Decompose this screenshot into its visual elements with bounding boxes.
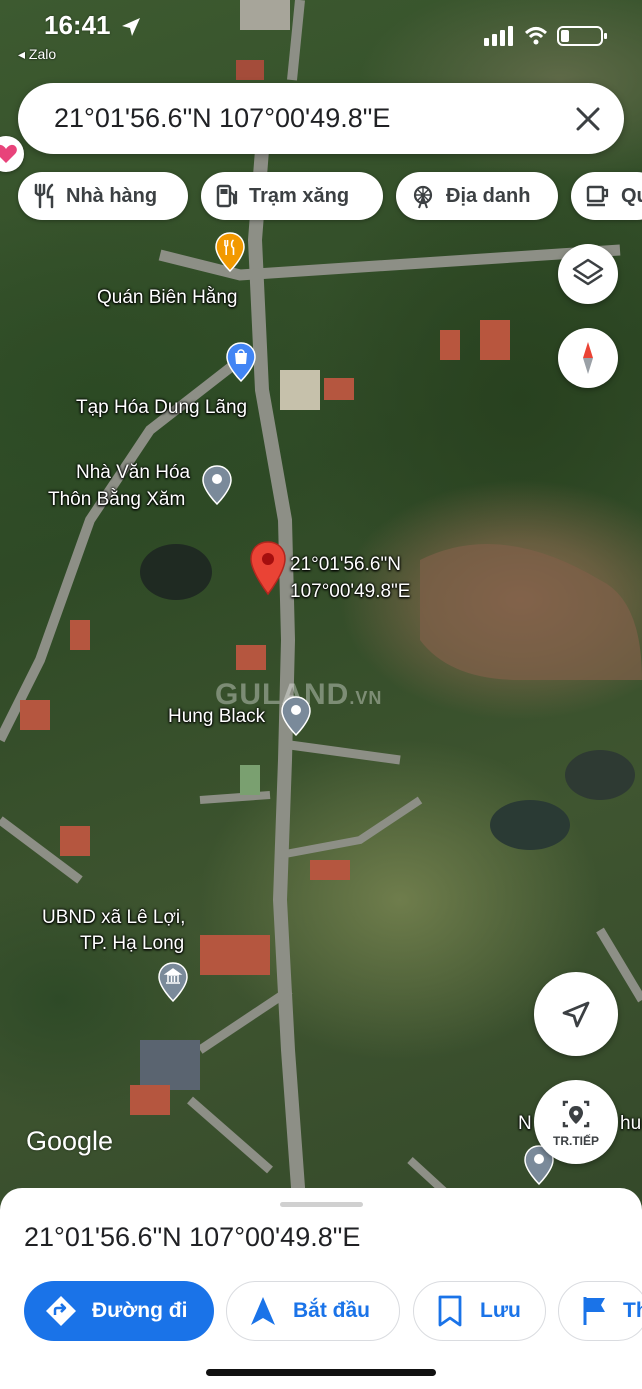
directions-label: Đường đi [92, 1299, 188, 1322]
gas-station-icon [216, 184, 238, 208]
navigation-arrow-icon [251, 1297, 275, 1325]
battery-icon [557, 26, 607, 46]
pin-coordinate-lng: 107°00'49.8"E [290, 581, 411, 602]
government-pin-icon[interactable] [158, 962, 188, 1002]
saved-places-badge[interactable] [0, 136, 24, 172]
poi-label-ubnd-line2[interactable]: TP. Hạ Long [80, 932, 184, 956]
bookmark-icon [438, 1295, 462, 1327]
save-button[interactable]: Lưu [413, 1281, 546, 1341]
compass-button[interactable] [558, 328, 618, 388]
chip-restaurants[interactable]: Nhà hàng [18, 172, 188, 220]
start-navigation-label: TR.TIẾP [552, 1134, 599, 1148]
maps-screen: Quán Biên Hằng Tạp Hóa Dung Lãng Nhà Văn… [0, 0, 642, 1389]
poi-label-quan-bien-hang[interactable]: Quán Biên Hằng [97, 286, 238, 310]
my-location-button[interactable] [534, 972, 618, 1056]
chip-gas-stations[interactable]: Trạm xăng [201, 172, 383, 220]
google-attribution: Google [26, 1126, 114, 1156]
wifi-icon [524, 27, 548, 45]
poi-label-partial-left[interactable]: N [518, 1112, 532, 1136]
search-bar[interactable]: 21°01'56.6"N 107°00'49.8"E [18, 83, 624, 154]
label-button[interactable]: Th [558, 1281, 642, 1341]
shopping-pin-icon[interactable] [226, 342, 256, 382]
directions-icon [46, 1296, 76, 1326]
start-navigation-button[interactable]: TR.TIẾP [534, 1080, 618, 1164]
sheet-drag-handle[interactable] [280, 1202, 363, 1207]
navigation-arrow-icon [562, 1001, 590, 1028]
chip-label: Địa danh [446, 184, 531, 207]
place-bottom-sheet[interactable]: 21°01'56.6"N 107°00'49.8"E Đường đi Bắt … [0, 1188, 642, 1389]
poi-label-tap-hoa[interactable]: Tạp Hóa Dung Lãng [76, 396, 247, 420]
ferris-wheel-icon [413, 185, 433, 209]
status-icons [484, 26, 607, 46]
layers-button[interactable] [558, 244, 618, 304]
back-to-zalo[interactable]: ◂ Zalo [18, 46, 56, 63]
start-label: Bắt đầu [293, 1299, 371, 1322]
chip-landmarks[interactable]: Địa danh [396, 172, 558, 220]
label-label: Th [623, 1299, 642, 1322]
pin-coordinate-lat: 21°01'56.6"N [290, 554, 401, 575]
route-marker-icon [562, 1100, 590, 1128]
location-arrow-icon [122, 18, 140, 36]
poi-label-nha-van-hoa-line1[interactable]: Nhà Văn Hóa [76, 461, 190, 485]
cellular-signal-icon [484, 26, 513, 46]
chip-label: Qu [621, 184, 642, 207]
flag-icon [583, 1297, 605, 1325]
fork-knife-icon [34, 183, 54, 209]
place-title: 21°01'56.6"N 107°00'49.8"E [24, 1222, 361, 1252]
poi-label-hung-black[interactable]: Hung Black [168, 705, 265, 729]
directions-button[interactable]: Đường đi [24, 1281, 214, 1341]
place-pin-icon[interactable] [281, 696, 311, 736]
save-label: Lưu [480, 1299, 521, 1322]
start-button[interactable]: Bắt đầu [226, 1281, 400, 1341]
coffee-cup-icon [586, 185, 609, 207]
poi-label-partial-right[interactable]: hu [620, 1112, 641, 1136]
home-indicator[interactable] [206, 1369, 436, 1376]
status-time: 16:41 [44, 10, 111, 40]
dropped-pin-icon[interactable] [249, 540, 287, 596]
layers-icon [572, 258, 604, 286]
compass-icon [583, 342, 593, 374]
poi-label-ubnd-line1[interactable]: UBND xã Lê Lợi, [42, 906, 185, 930]
chip-label: Nhà hàng [66, 184, 158, 207]
heart-icon [0, 144, 17, 163]
poi-label-nha-van-hoa-line2[interactable]: Thôn Bằng Xăm [48, 488, 185, 512]
search-input[interactable]: 21°01'56.6"N 107°00'49.8"E [54, 103, 390, 134]
restaurant-pin-icon[interactable] [215, 232, 245, 272]
close-icon[interactable] [570, 101, 606, 137]
chip-label: Trạm xăng [249, 184, 350, 207]
chip-cafes[interactable]: Qu [571, 172, 642, 220]
place-pin-icon[interactable] [202, 465, 232, 505]
